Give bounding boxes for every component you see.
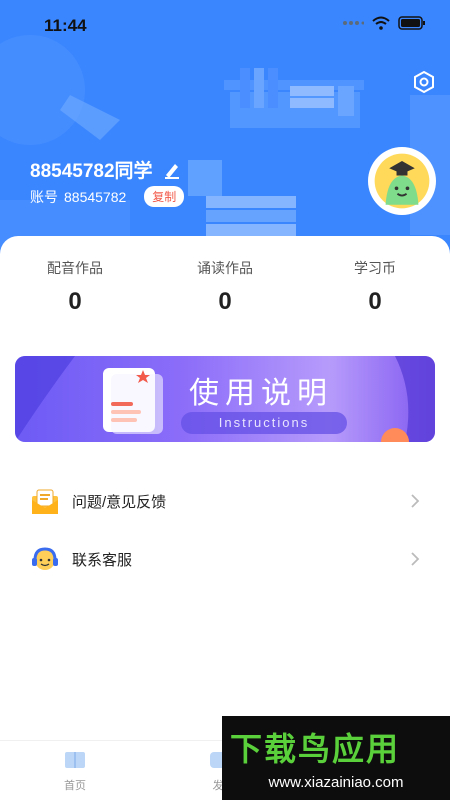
stat-label: 诵读作品 — [197, 260, 253, 276]
account-row: 账号 88545782 复制 — [30, 186, 185, 207]
settings-hexagon-icon[interactable] — [412, 70, 436, 94]
status-icons — [342, 16, 426, 30]
menu-item-label: 问题/意见反馈 — [72, 493, 167, 511]
stat-dubbing-works[interactable]: 配音作品 0 — [0, 258, 150, 316]
account-label: 账号 — [30, 188, 58, 205]
wifi-icon — [372, 16, 390, 30]
menu-item-customer-service[interactable]: 联系客服 — [0, 530, 450, 588]
feedback-envelope-icon — [32, 489, 58, 514]
tab-label: 首页 — [64, 780, 86, 792]
stats-row: 配音作品 0 诵读作品 0 学习币 0 — [0, 258, 450, 316]
customer-service-icon — [32, 547, 58, 570]
battery-icon — [398, 16, 425, 30]
stat-reading-works[interactable]: 诵读作品 0 — [150, 258, 300, 316]
watermark-title: 下载鸟应用 — [230, 730, 401, 768]
watermark-overlay: 下载鸟应用 www.xiazainiao.com — [222, 716, 450, 800]
tab-home[interactable]: 首页 — [45, 749, 105, 793]
profile-header: 11:44 88545782同学 账号 88545782 复制 — [0, 0, 450, 260]
watermark-url: www.xiazainiao.com — [268, 774, 404, 791]
banner-subtitle: Instructions — [181, 412, 347, 434]
copy-button[interactable]: 复制 — [144, 186, 185, 207]
instructions-banner[interactable]: 使用说明 Instructions — [15, 356, 435, 442]
menu-item-label: 联系客服 — [72, 551, 133, 569]
stat-label: 配音作品 — [47, 260, 103, 276]
status-bar: 11:44 — [0, 0, 450, 50]
avatar[interactable] — [368, 147, 436, 215]
username: 88545782同学 — [30, 161, 153, 182]
username-row: 88545782同学 — [30, 156, 181, 183]
banner-title: 使用说明 — [189, 376, 333, 411]
chevron-right-icon — [411, 494, 420, 508]
edit-pencil-icon[interactable] — [163, 161, 181, 179]
document-icon — [103, 368, 163, 434]
stat-value: 0 — [218, 288, 232, 315]
stat-study-coins[interactable]: 学习币 0 — [300, 258, 450, 316]
stat-label: 学习币 — [354, 260, 396, 276]
account-id: 88545782 — [64, 188, 127, 205]
signal-dots-icon — [343, 21, 364, 25]
chevron-right-icon — [411, 552, 420, 566]
stat-value: 0 — [368, 288, 382, 315]
settings-menu: 问题/意见反馈 联系客服 — [0, 472, 450, 588]
menu-item-feedback[interactable]: 问题/意见反馈 — [0, 472, 450, 530]
book-icon — [65, 752, 85, 768]
stat-value: 0 — [68, 288, 82, 315]
status-time: 11:44 — [44, 16, 87, 35]
